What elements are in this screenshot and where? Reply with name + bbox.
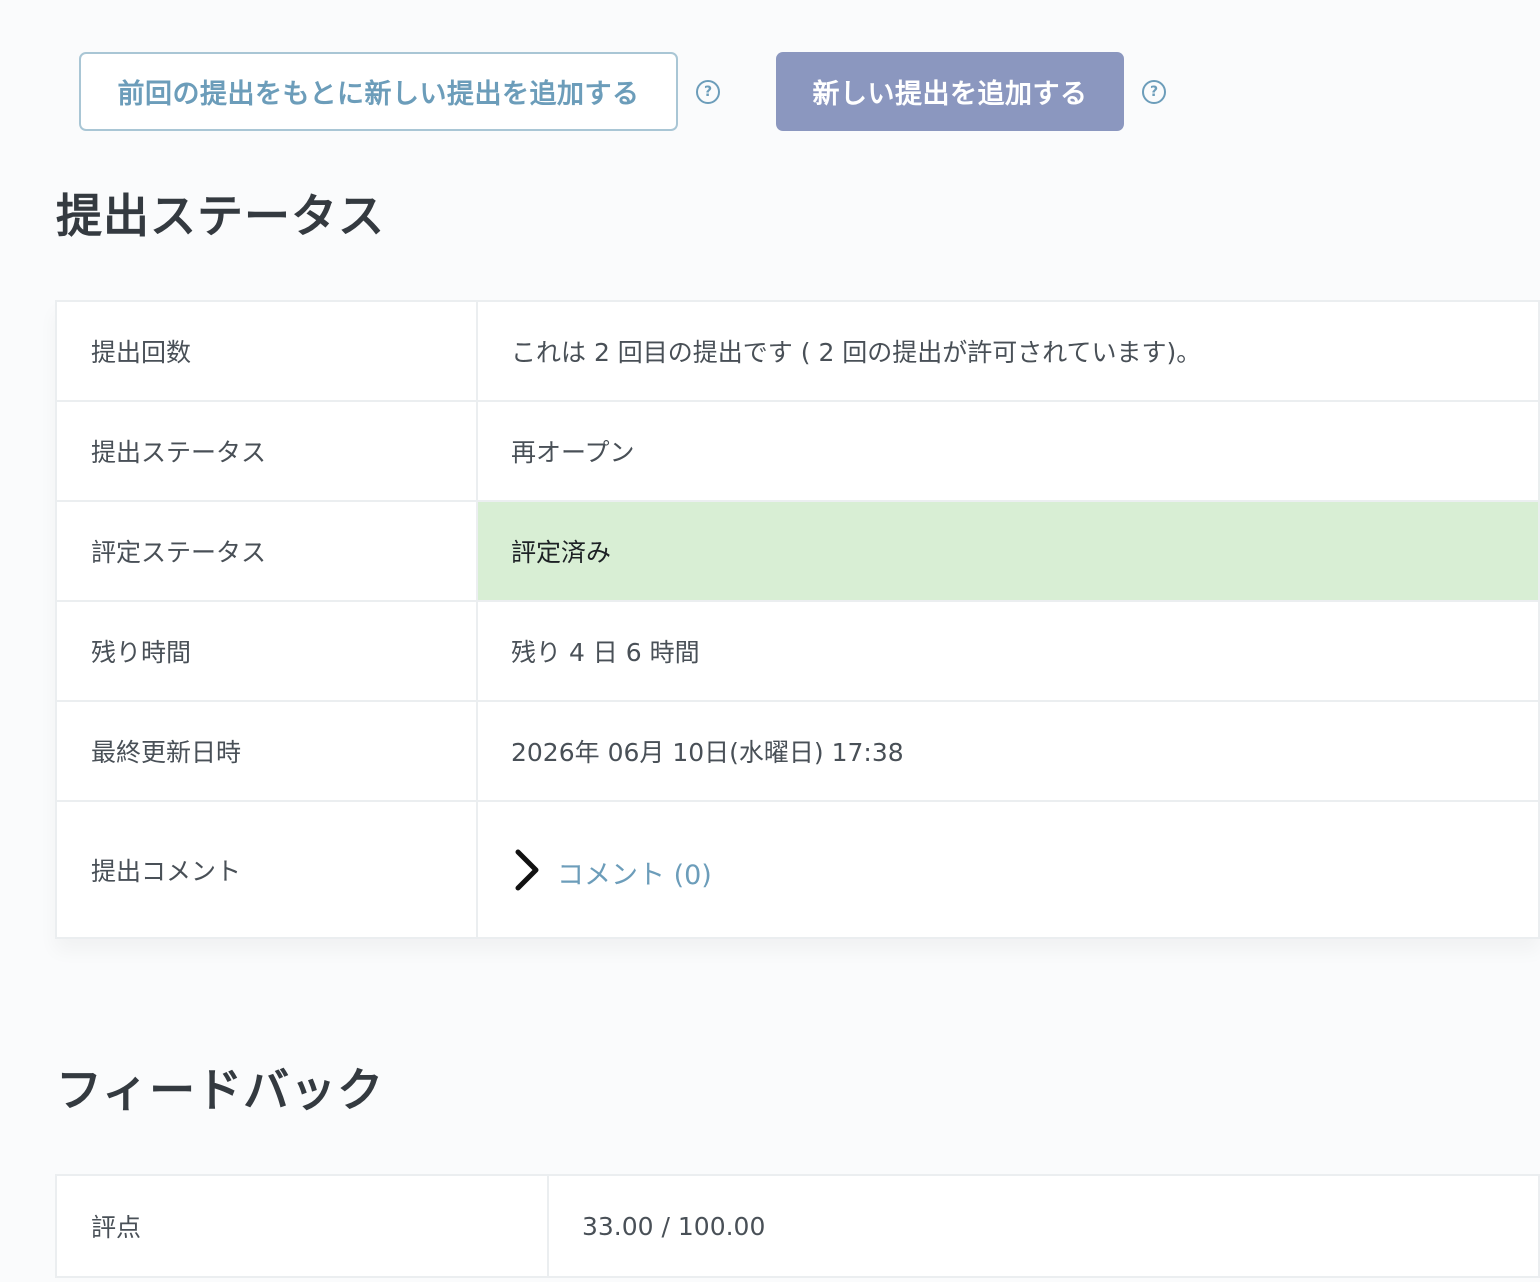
row-label: 提出回数	[55, 300, 478, 402]
feedback-table: 評点 33.00 / 100.00	[55, 1174, 1540, 1278]
add-new-submission-button[interactable]: 新しい提出を追加する	[776, 52, 1124, 131]
table-row: 提出ステータス 再オープン	[55, 400, 1540, 502]
row-label: 評点	[55, 1174, 549, 1278]
row-value: これは 2 回目の提出です ( 2 回の提出が許可されています)。	[476, 300, 1540, 402]
row-value: コメント (0)	[476, 800, 1540, 939]
table-row: 評点 33.00 / 100.00	[55, 1174, 1540, 1278]
table-row: 評定ステータス 評定済み	[55, 500, 1540, 602]
page: 前回の提出をもとに新しい提出を追加する ? 新しい提出を追加する ? 提出ステー…	[0, 0, 1540, 1282]
feedback-heading: フィードバック	[56, 1063, 385, 1117]
comments-toggle[interactable]: コメント (0)	[511, 847, 1538, 892]
add-submission-based-on-previous-button[interactable]: 前回の提出をもとに新しい提出を追加する	[79, 52, 678, 131]
grade-value: 33.00 / 100.00	[547, 1174, 1540, 1278]
row-label: 評定ステータス	[55, 500, 478, 602]
table-row: 残り時間 残り 4 日 6 時間	[55, 600, 1540, 702]
table-row: 提出コメント コメント (0)	[55, 800, 1540, 939]
grading-status-value: 評定済み	[476, 500, 1540, 602]
row-label: 最終更新日時	[55, 700, 478, 802]
table-row: 最終更新日時 2026年 06月 10日(水曜日) 17:38	[55, 700, 1540, 802]
row-label: 提出ステータス	[55, 400, 478, 502]
row-value: 2026年 06月 10日(水曜日) 17:38	[476, 700, 1540, 802]
help-icon[interactable]: ?	[1142, 79, 1166, 104]
row-label: 提出コメント	[55, 800, 478, 939]
submission-actions: 前回の提出をもとに新しい提出を追加する ? 新しい提出を追加する ?	[79, 52, 1166, 131]
chevron-right-icon	[515, 849, 539, 890]
table-row: 提出回数 これは 2 回目の提出です ( 2 回の提出が許可されています)。	[55, 300, 1540, 402]
row-value: 残り 4 日 6 時間	[476, 600, 1540, 702]
row-value: 再オープン	[476, 400, 1540, 502]
row-label: 残り時間	[55, 600, 478, 702]
submission-status-heading: 提出ステータス	[56, 189, 385, 243]
help-icon[interactable]: ?	[696, 79, 720, 104]
comments-link[interactable]: コメント (0)	[557, 853, 712, 892]
submission-status-table: 提出回数 これは 2 回目の提出です ( 2 回の提出が許可されています)。 提…	[55, 300, 1540, 939]
